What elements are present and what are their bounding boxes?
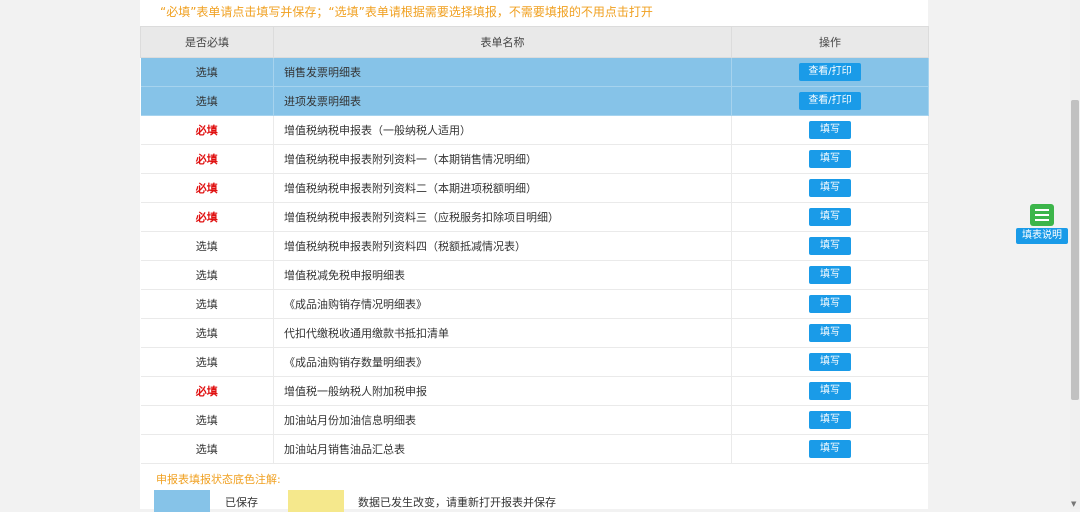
document-icon (1030, 204, 1054, 226)
action-cell: 填写 (731, 318, 929, 348)
column-header-action: 操作 (731, 26, 929, 58)
fill-button[interactable]: 填写 (809, 295, 851, 313)
action-cell: 查看/打印 (731, 57, 929, 87)
fill-button[interactable]: 填写 (809, 150, 851, 168)
required-status: 选填 (140, 347, 274, 377)
table-row: 必填 增值税纳税申报表（一般纳税人适用） 填写 (140, 115, 929, 145)
table-row: 必填 增值税一般纳税人附加税申报 填写 (140, 376, 929, 406)
view-print-button[interactable]: 查看/打印 (799, 92, 861, 110)
fill-button[interactable]: 填写 (809, 411, 851, 429)
required-status: 必填 (140, 144, 274, 174)
fill-instructions-button[interactable]: 填表说明 (1016, 204, 1068, 244)
column-header-name: 表单名称 (273, 26, 732, 58)
instruction-notice: “必填”表单请点击填写并保存；“选填”表单请根据需要选择填报，不需要填报的不用点… (160, 5, 653, 19)
form-name: 销售发票明细表 (273, 57, 732, 87)
action-cell: 填写 (731, 173, 929, 203)
required-status: 必填 (140, 173, 274, 203)
form-name: 《成品油购销存情况明细表》 (273, 289, 732, 319)
form-name: 增值税纳税申报表附列资料四（税额抵减情况表） (273, 231, 732, 261)
table-row: 选填 代扣代缴税收通用缴款书抵扣清单 填写 (140, 318, 929, 348)
form-name: 增值税纳税申报表附列资料一（本期销售情况明细） (273, 144, 732, 174)
action-cell: 填写 (731, 434, 929, 464)
table-row: 选填 《成品油购销存情况明细表》 填写 (140, 289, 929, 319)
table-header-row: 是否必填 表单名称 操作 (140, 26, 929, 58)
action-cell: 填写 (731, 347, 929, 377)
form-name: 增值税纳税申报表附列资料二（本期进项税额明细） (273, 173, 732, 203)
fill-button[interactable]: 填写 (809, 208, 851, 226)
action-cell: 填写 (731, 376, 929, 406)
required-status: 选填 (140, 260, 274, 290)
table-row: 必填 增值税纳税申报表附列资料三（应税服务扣除项目明细） 填写 (140, 202, 929, 232)
scrollbar-thumb[interactable] (1071, 100, 1079, 400)
fill-button[interactable]: 填写 (809, 266, 851, 284)
required-status: 必填 (140, 202, 274, 232)
action-cell: 填写 (731, 202, 929, 232)
required-status: 选填 (140, 318, 274, 348)
action-cell: 填写 (731, 289, 929, 319)
changed-legend-label: 数据已发生改变，请重新打开报表并保存 (358, 496, 556, 509)
required-status: 选填 (140, 434, 274, 464)
table-row: 选填 销售发票明细表 查看/打印 (140, 57, 929, 87)
action-cell: 填写 (731, 405, 929, 435)
form-name: 增值税纳税申报表（一般纳税人适用） (273, 115, 732, 145)
vertical-scrollbar[interactable]: ▼ (1070, 0, 1080, 509)
saved-legend-label: 已保存 (225, 496, 258, 509)
scroll-down-arrow-icon[interactable]: ▼ (1071, 501, 1079, 508)
required-status: 选填 (140, 289, 274, 319)
table-row: 选填 进项发票明细表 查看/打印 (140, 86, 929, 116)
fill-button[interactable]: 填写 (809, 353, 851, 371)
fill-instructions-label: 填表说明 (1016, 228, 1068, 244)
table-row: 必填 增值税纳税申报表附列资料二（本期进项税额明细） 填写 (140, 173, 929, 203)
action-cell: 查看/打印 (731, 86, 929, 116)
required-status: 必填 (140, 115, 274, 145)
view-print-button[interactable]: 查看/打印 (799, 63, 861, 81)
required-status: 选填 (140, 57, 274, 87)
fill-button[interactable]: 填写 (809, 179, 851, 197)
column-header-required: 是否必填 (140, 26, 274, 58)
form-name: 《成品油购销存数量明细表》 (273, 347, 732, 377)
legend-title: 申报表填报状态底色注解: (156, 473, 281, 486)
action-cell: 填写 (731, 144, 929, 174)
form-name: 增值税减免税申报明细表 (273, 260, 732, 290)
required-status: 必填 (140, 376, 274, 406)
form-name: 增值税一般纳税人附加税申报 (273, 376, 732, 406)
required-status: 选填 (140, 405, 274, 435)
table-row: 选填 加油站月份加油信息明细表 填写 (140, 405, 929, 435)
required-status: 选填 (140, 86, 274, 116)
action-cell: 填写 (731, 260, 929, 290)
form-name: 加油站月销售油品汇总表 (273, 434, 732, 464)
table-row: 选填 加油站月销售油品汇总表 填写 (140, 434, 929, 464)
form-name: 增值税纳税申报表附列资料三（应税服务扣除项目明细） (273, 202, 732, 232)
form-name: 代扣代缴税收通用缴款书抵扣清单 (273, 318, 732, 348)
table-row: 选填 增值税纳税申报表附列资料四（税额抵减情况表） 填写 (140, 231, 929, 261)
required-status: 选填 (140, 231, 274, 261)
fill-button[interactable]: 填写 (809, 324, 851, 342)
form-name: 加油站月份加油信息明细表 (273, 405, 732, 435)
forms-table: 是否必填 表单名称 操作 选填 销售发票明细表 查看/打印 选填 进项发票明细表 查看/打… (140, 26, 929, 464)
fill-button[interactable]: 填写 (809, 382, 851, 400)
action-cell: 填写 (731, 231, 929, 261)
fill-button[interactable]: 填写 (809, 237, 851, 255)
fill-button[interactable]: 填写 (809, 440, 851, 458)
fill-button[interactable]: 填写 (809, 121, 851, 139)
table-row: 选填 《成品油购销存数量明细表》 填写 (140, 347, 929, 377)
form-name: 进项发票明细表 (273, 86, 732, 116)
table-row: 选填 增值税减免税申报明细表 填写 (140, 260, 929, 290)
action-cell: 填写 (731, 115, 929, 145)
table-row: 必填 增值税纳税申报表附列资料一（本期销售情况明细） 填写 (140, 144, 929, 174)
declaration-panel: “必填”表单请点击填写并保存；“选填”表单请根据需要选择填报，不需要填报的不用点… (140, 0, 929, 512)
status-legend: 已保存 数据已发生改变，请重新打开报表并保存 (140, 488, 928, 512)
